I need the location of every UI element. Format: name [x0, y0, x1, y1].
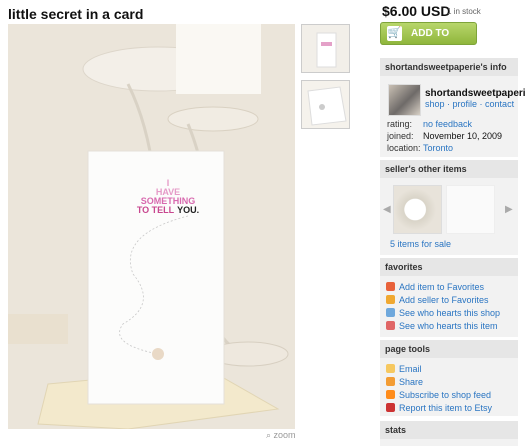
item-hearts-link[interactable]: See who hearts this item: [386, 321, 498, 333]
stats-heading: stats: [380, 421, 518, 439]
stock-count: 1 in stock: [447, 7, 481, 16]
carousel-left-arrow-icon[interactable]: ◀: [383, 204, 391, 215]
card-line-4: TO TELL: [136, 205, 175, 215]
card-line-5: YOU.: [177, 205, 200, 215]
share-icon: [386, 377, 395, 386]
thumbnail-1-image: [302, 25, 349, 72]
other-items-panel: seller's other items ◀ ▶ 5 items for sal…: [380, 160, 518, 255]
email-link[interactable]: Email: [386, 364, 422, 376]
heart-user-icon: [386, 295, 395, 304]
seller-links: shop · profile · contact: [425, 99, 515, 109]
page-tools-heading: page tools: [380, 340, 518, 358]
main-product-photo[interactable]: I HAVE SOMETHING TO TELL YOU.: [8, 24, 295, 429]
add-seller-favorites[interactable]: Add seller to Favorites: [386, 295, 489, 307]
stats-panel: stats: [380, 421, 518, 446]
profile-link[interactable]: profile: [453, 99, 478, 109]
seller-info-panel: shortandsweetpaperie's info shortandswee…: [380, 58, 525, 157]
seller-info-heading: shortandsweetpaperie's info: [380, 58, 518, 76]
location-value[interactable]: Toronto: [423, 143, 453, 153]
product-photo-illustration: [8, 24, 295, 429]
people-icon: [386, 308, 395, 317]
report-item-link[interactable]: Report this item to Etsy: [386, 403, 492, 415]
share-link[interactable]: Share: [386, 377, 423, 389]
thumbnail-1[interactable]: [301, 24, 350, 73]
location-label: location:: [387, 143, 421, 153]
add-to-cart-button[interactable]: 🛒 ADD TO CART: [380, 22, 477, 60]
add-item-favorites[interactable]: Add item to Favorites: [386, 282, 484, 294]
favorites-panel: favorites Add item to Favorites Add sell…: [380, 258, 518, 337]
thumbnail-2-image: [302, 81, 349, 128]
joined-label: joined:: [387, 131, 414, 141]
people-heart-icon: [386, 321, 395, 330]
joined-value: November 10, 2009: [423, 131, 503, 141]
zoom-link[interactable]: ⌕ zoom: [266, 430, 296, 441]
contact-link[interactable]: contact: [485, 99, 514, 109]
magnifier-icon: ⌕: [266, 430, 274, 440]
thumbnail-2[interactable]: [301, 80, 350, 129]
listing-title: little secret in a card: [8, 6, 144, 22]
rating-label: rating:: [387, 119, 413, 129]
items-for-sale-link[interactable]: 5 items for sale: [390, 239, 451, 249]
subscribe-feed-link[interactable]: Subscribe to shop feed: [386, 390, 491, 402]
seller-name[interactable]: shortandsweetpaperie: [425, 88, 525, 99]
shop-hearts-link[interactable]: See who hearts this shop: [386, 308, 500, 320]
other-items-heading: seller's other items: [380, 160, 518, 178]
other-item-thumbnail[interactable]: [393, 185, 442, 234]
rating-value[interactable]: no feedback: [423, 119, 472, 129]
heart-icon: [386, 282, 395, 291]
favorites-heading: favorites: [380, 258, 518, 276]
envelope-icon: [386, 364, 395, 373]
cart-icon: 🛒: [387, 26, 402, 41]
other-item-placeholder: [446, 185, 495, 234]
seller-avatar[interactable]: [388, 84, 421, 116]
rss-icon: [386, 390, 395, 399]
card-message: I HAVE SOMETHING TO TELL YOU.: [123, 179, 213, 215]
shop-link[interactable]: shop: [425, 99, 445, 109]
page-tools-panel: page tools Email Share Subscribe to shop…: [380, 340, 518, 416]
carousel-right-arrow-icon[interactable]: ▶: [505, 204, 513, 215]
flag-icon: [386, 403, 395, 412]
price: $6.00 USD: [382, 3, 451, 19]
